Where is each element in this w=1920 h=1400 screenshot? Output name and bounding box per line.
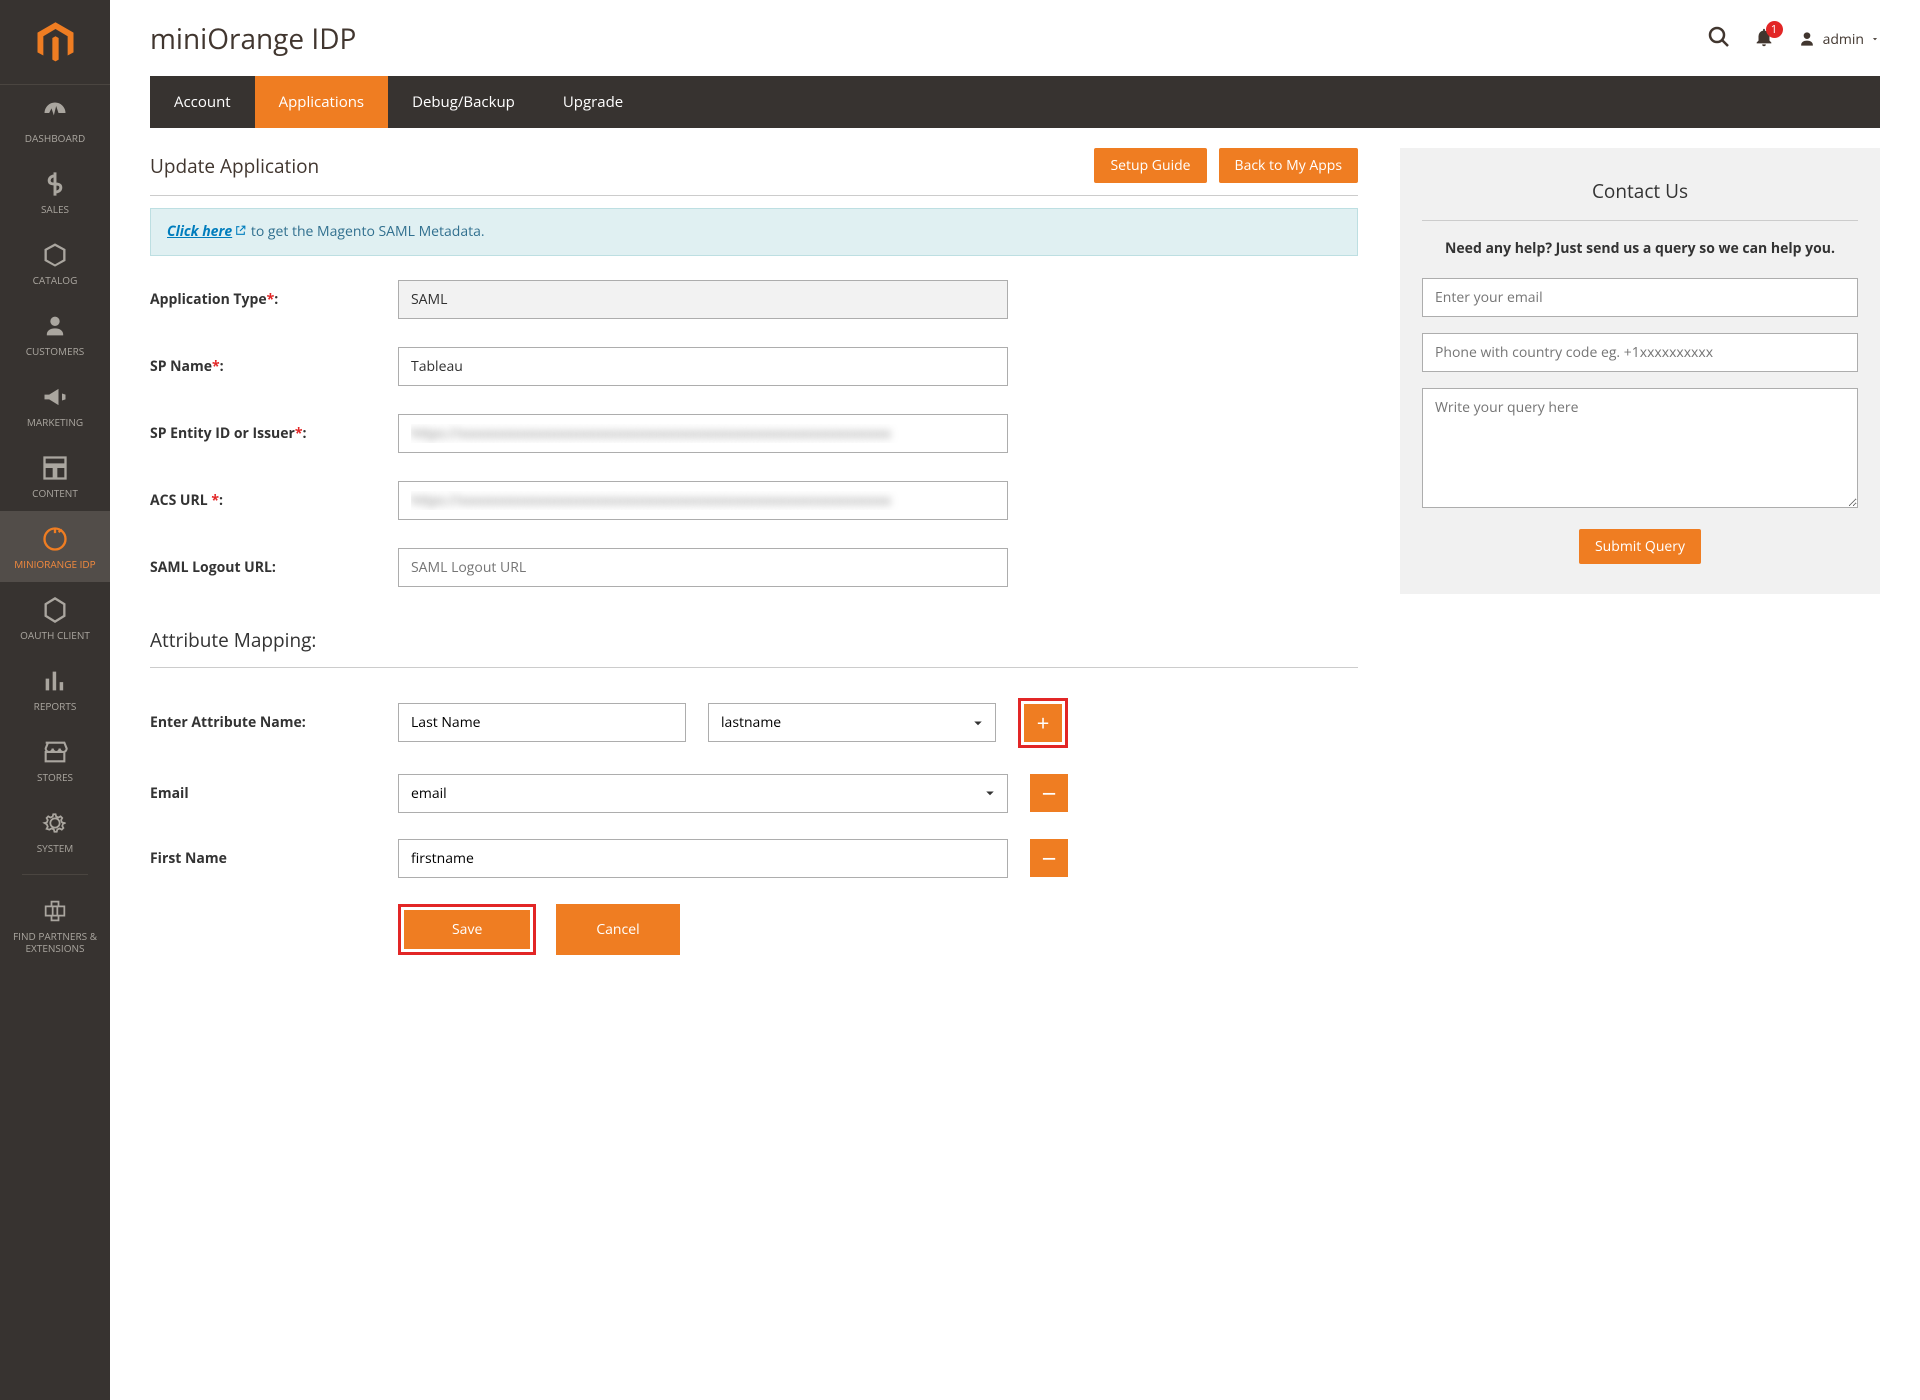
user-label: admin (1823, 30, 1864, 49)
contact-card: Contact Us Need any help? Just send us a… (1400, 148, 1880, 594)
metadata-info: Click here to get the Magento SAML Metad… (150, 208, 1358, 256)
logout-label: SAML Logout URL: (150, 558, 398, 577)
mo-idp-icon (4, 525, 106, 553)
sidebar-item-content[interactable]: CONTENT (0, 440, 110, 511)
attr-row-firstname-label: First Name (150, 849, 398, 868)
notif-badge: 1 (1766, 21, 1783, 38)
tab-applications[interactable]: Applications (255, 76, 388, 128)
remove-firstname-button[interactable]: − (1030, 839, 1068, 877)
megaphone-icon (4, 383, 106, 411)
chevron-down-icon (1870, 34, 1880, 44)
cube-icon (4, 241, 106, 269)
contact-title: Contact Us (1422, 178, 1858, 221)
tab-account[interactable]: Account (150, 76, 255, 128)
layout-icon (4, 454, 106, 482)
sidebar-item-marketing[interactable]: MARKETING (0, 369, 110, 440)
acs-label: ACS URL *: (150, 491, 398, 510)
attr-value-select[interactable]: lastname (708, 703, 996, 742)
attr-title: Attribute Mapping: (150, 627, 1358, 653)
enter-attr-label: Enter Attribute Name: (150, 713, 398, 732)
entity-label: SP Entity ID or Issuer*: (150, 424, 398, 443)
sidebar-item-sales[interactable]: SALES (0, 156, 110, 227)
store-icon (4, 738, 106, 766)
sidebar-item-partners[interactable]: FIND PARTNERS & EXTENSIONS (0, 883, 110, 966)
sidebar-item-reports[interactable]: REPORTS (0, 653, 110, 724)
cancel-button[interactable]: Cancel (556, 904, 679, 955)
acs-url-field[interactable] (398, 481, 1008, 520)
save-button[interactable]: Save (404, 910, 530, 949)
add-attribute-highlight: + (1018, 698, 1068, 748)
hexagon-icon (4, 596, 106, 624)
bars-icon (4, 667, 106, 695)
attr-name-input[interactable] (398, 703, 686, 742)
partners-icon (4, 897, 106, 925)
gear-icon (4, 809, 106, 837)
search-icon[interactable] (1707, 25, 1731, 54)
contact-phone-input[interactable] (1422, 333, 1858, 372)
sidebar-item-system[interactable]: SYSTEM (0, 795, 110, 866)
dashboard-icon (4, 99, 106, 127)
app-type-field[interactable] (398, 280, 1008, 319)
tabs: Account Applications Debug/Backup Upgrad… (150, 76, 1880, 128)
sidebar-item-customers[interactable]: CUSTOMERS (0, 298, 110, 369)
person-icon (4, 312, 106, 340)
external-link-icon (234, 223, 247, 242)
save-highlight: Save (398, 904, 536, 955)
sidebar-item-miniorange-idp[interactable]: miniOrange IDP (0, 511, 110, 582)
back-to-apps-button[interactable]: Back to My Apps (1219, 148, 1358, 183)
sp-name-field[interactable] (398, 347, 1008, 386)
sidebar-item-catalog[interactable]: CATALOG (0, 227, 110, 298)
tab-upgrade[interactable]: Upgrade (539, 76, 647, 128)
notifications[interactable]: 1 (1753, 26, 1775, 53)
attr-email-select[interactable]: email (398, 774, 1008, 813)
contact-help-text: Need any help? Just send us a query so w… (1422, 239, 1858, 258)
metadata-link[interactable]: Click here (167, 222, 247, 241)
sidebar-item-dashboard[interactable]: DASHBOARD (0, 85, 110, 156)
attr-firstname-input[interactable] (398, 839, 1008, 878)
app-type-label: Application Type*: (150, 290, 398, 309)
setup-guide-button[interactable]: Setup Guide (1094, 148, 1206, 183)
attr-row-email-label: Email (150, 784, 398, 803)
submit-query-button[interactable]: Submit Query (1579, 529, 1701, 564)
section-title: Update Application (150, 153, 319, 179)
sidebar-item-oauth-client[interactable]: OAUTH CLIENT (0, 582, 110, 653)
contact-email-input[interactable] (1422, 278, 1858, 317)
sidebar-item-stores[interactable]: STORES (0, 724, 110, 795)
logout-url-field[interactable] (398, 548, 1008, 587)
main: miniOrange IDP 1 admin Account App (110, 0, 1920, 1400)
magento-logo[interactable] (0, 0, 110, 85)
sp-name-label: SP Name*: (150, 357, 398, 376)
tab-debug-backup[interactable]: Debug/Backup (388, 76, 539, 128)
user-menu[interactable]: admin (1797, 29, 1880, 49)
add-attribute-button[interactable]: + (1024, 704, 1062, 742)
sidebar: DASHBOARD SALES CATALOG CUSTOMERS MARKET… (0, 0, 110, 1400)
entity-id-field[interactable] (398, 414, 1008, 453)
remove-email-button[interactable]: − (1030, 774, 1068, 812)
sidebar-separator (22, 874, 88, 875)
contact-query-textarea[interactable] (1422, 388, 1858, 508)
dollar-icon (4, 170, 106, 198)
page-title: miniOrange IDP (150, 20, 356, 58)
header: miniOrange IDP 1 admin (110, 0, 1920, 76)
